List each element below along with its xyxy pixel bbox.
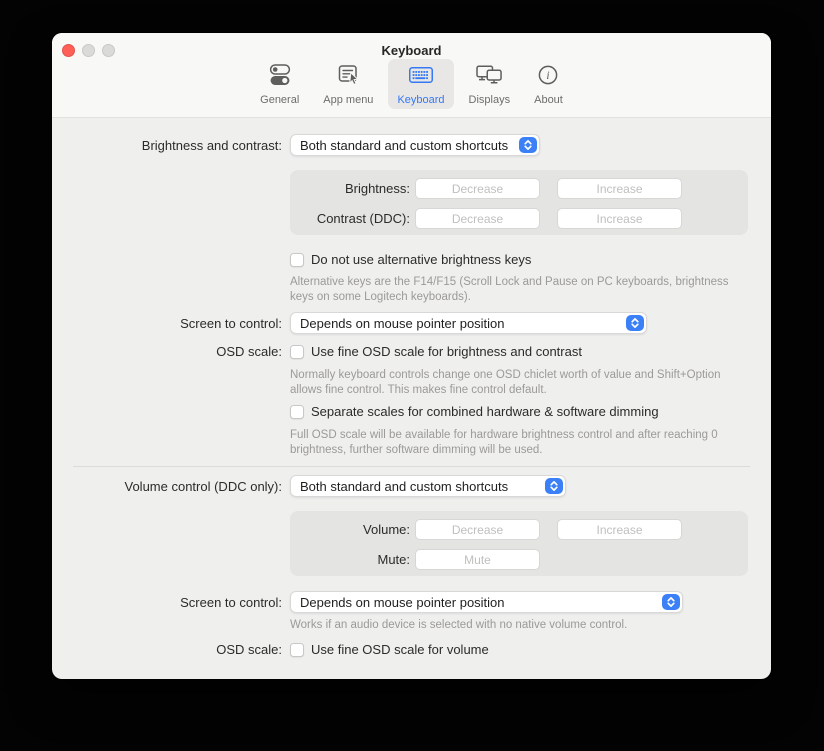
displays-icon: [474, 63, 504, 92]
tab-label: General: [260, 94, 299, 106]
section-divider: [73, 466, 750, 467]
svg-text:i: i: [547, 70, 550, 82]
popup-updown-chevron-icon: [545, 478, 563, 494]
popup-updown-chevron-icon: [662, 594, 680, 610]
volume-screen-help: Works if an audio device is selected wit…: [290, 618, 742, 633]
alt-brightness-keys-checkbox[interactable]: [290, 253, 304, 267]
contrast-row-label: Contrast (DDC):: [290, 211, 410, 226]
screen-to-control-label: Screen to control:: [52, 595, 282, 610]
alt-brightness-keys-help: Alternative keys are the F14/F15 (Scroll…: [290, 275, 742, 305]
volume-shortcuts-group: Volume: Decrease Increase Mute: Mute: [290, 511, 748, 576]
volume-row-label: Volume:: [290, 522, 410, 537]
tab-label: About: [534, 94, 563, 106]
brightness-shortcuts-group: Brightness: Decrease Increase Contrast (…: [290, 170, 748, 235]
mute-shortcut-field[interactable]: Mute: [415, 549, 540, 570]
mute-row-label: Mute:: [290, 552, 410, 567]
brightness-row-label: Brightness:: [290, 181, 410, 196]
contrast-decrease-shortcut-field[interactable]: Decrease: [415, 208, 540, 229]
tab-about[interactable]: i About: [525, 59, 572, 109]
brightness-mode-popup[interactable]: Both standard and custom shortcuts: [290, 134, 540, 156]
volume-control-label: Volume control (DDC only):: [52, 479, 282, 494]
volume-mode-popup[interactable]: Both standard and custom shortcuts: [290, 475, 566, 497]
tab-label: App menu: [323, 94, 373, 106]
fine-osd-brightness-checkbox[interactable]: [290, 345, 304, 359]
volume-decrease-shortcut-field[interactable]: Decrease: [415, 519, 540, 540]
keyboard-pane: Brightness and contrast: Both standard a…: [52, 119, 771, 679]
fine-osd-volume-label: Use fine OSD scale for volume: [311, 642, 489, 657]
volume-screen-popup[interactable]: Depends on mouse pointer position: [290, 591, 683, 613]
separate-scales-checkbox[interactable]: [290, 405, 304, 419]
fine-osd-brightness-help: Normally keyboard controls change one OS…: [290, 368, 742, 398]
separate-scales-help: Full OSD scale will be available for har…: [290, 428, 742, 458]
alt-brightness-keys-label: Do not use alternative brightness keys: [311, 252, 531, 267]
brightness-increase-shortcut-field[interactable]: Increase: [557, 178, 682, 199]
osd-scale-label: OSD scale:: [52, 344, 282, 359]
popup-updown-chevron-icon: [519, 137, 537, 153]
toggles-icon: [267, 63, 293, 92]
volume-increase-shortcut-field[interactable]: Increase: [557, 519, 682, 540]
contrast-increase-shortcut-field[interactable]: Increase: [557, 208, 682, 229]
preferences-window: Keyboard General: [52, 33, 771, 679]
keyboard-icon: [407, 63, 435, 92]
info-icon: i: [536, 63, 560, 92]
toolbar: General App menu: [52, 59, 771, 109]
fine-osd-brightness-label: Use fine OSD scale for brightness and co…: [311, 344, 582, 359]
brightness-decrease-shortcut-field[interactable]: Decrease: [415, 178, 540, 199]
titlebar: Keyboard General: [52, 33, 771, 118]
fine-osd-volume-checkbox[interactable]: [290, 643, 304, 657]
osd-scale-label: OSD scale:: [52, 642, 282, 657]
tab-label: Displays: [469, 94, 511, 106]
separate-scales-label: Separate scales for combined hardware & …: [311, 404, 659, 419]
tab-displays[interactable]: Displays: [460, 59, 520, 109]
tab-keyboard[interactable]: Keyboard: [388, 59, 453, 109]
tab-label: Keyboard: [397, 94, 444, 106]
brightness-contrast-label: Brightness and contrast:: [52, 138, 282, 153]
screen-to-control-label: Screen to control:: [52, 316, 282, 331]
popup-updown-chevron-icon: [626, 315, 644, 331]
tab-app-menu[interactable]: App menu: [314, 59, 382, 109]
brightness-screen-popup[interactable]: Depends on mouse pointer position: [290, 312, 647, 334]
menu-cursor-icon: [335, 63, 361, 92]
window-title: Keyboard: [52, 43, 771, 58]
tab-general[interactable]: General: [251, 59, 308, 109]
